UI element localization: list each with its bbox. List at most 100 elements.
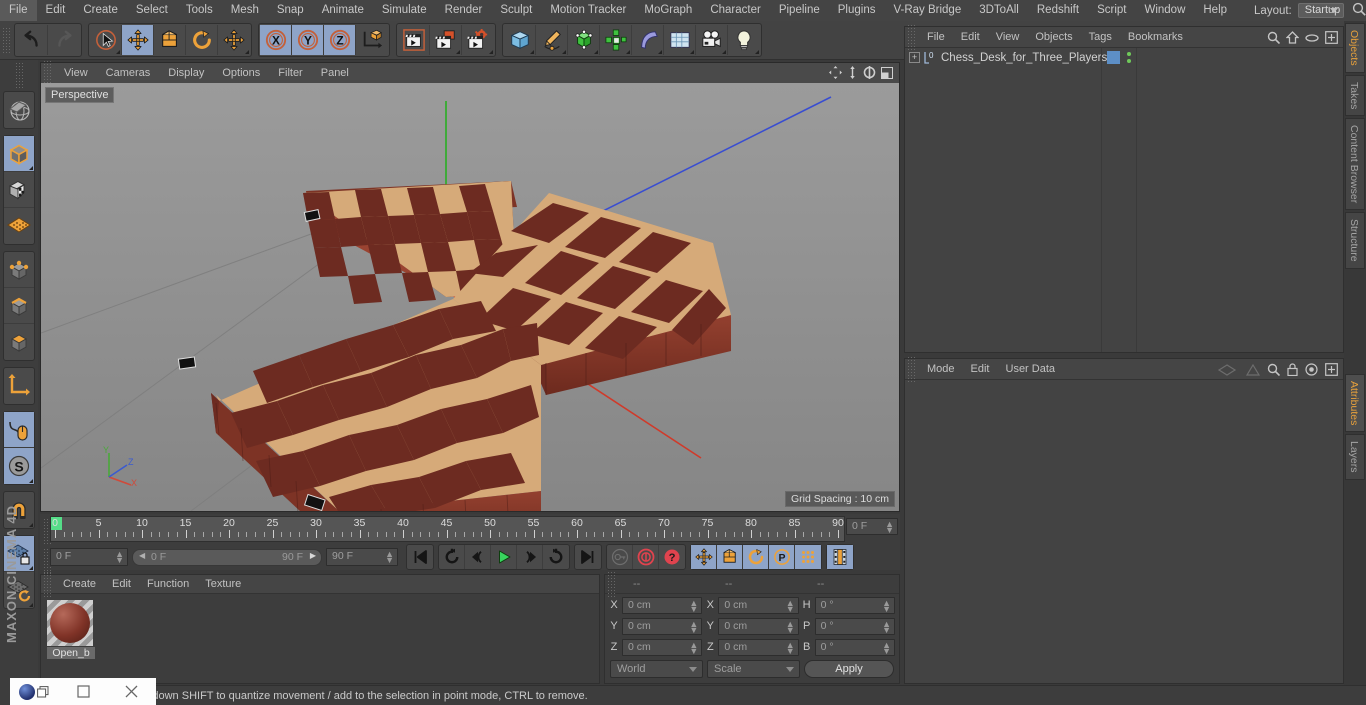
viewport-menu-filter[interactable]: Filter xyxy=(269,67,311,79)
material-list[interactable]: Open_b xyxy=(41,594,599,665)
viewport-menu-cameras[interactable]: Cameras xyxy=(97,67,160,79)
keyframe-selection-button[interactable]: ? xyxy=(659,545,685,569)
undo-button[interactable] xyxy=(16,25,48,55)
flyout-corner-icon[interactable] xyxy=(658,50,662,54)
menu-item-3dtoall[interactable]: 3DToAll xyxy=(970,0,1028,21)
maximize-icon[interactable] xyxy=(881,66,893,79)
viewport-3d-canvas[interactable]: Perspective Grid Spacing : 10 cm Y Z X xyxy=(41,83,899,511)
play-backwards-loop-button[interactable] xyxy=(439,545,465,569)
preview-range-slider[interactable]: ◀ 0 F 90 F ▶ xyxy=(132,548,322,566)
flyout-corner-icon[interactable] xyxy=(562,50,566,54)
coord-field-position-y[interactable]: 0 cm ▲ ▼ xyxy=(622,617,703,635)
apply-button[interactable]: Apply xyxy=(804,660,894,678)
add-panel-icon[interactable] xyxy=(1325,31,1338,44)
coordinate-grip[interactable] xyxy=(607,571,616,597)
attribute-menu-user-data[interactable]: User Data xyxy=(998,363,1064,375)
attribute-grip[interactable] xyxy=(907,356,916,382)
coord-field-size-z[interactable]: 0 cm ▲ ▼ xyxy=(718,638,799,656)
parameter-key-button[interactable]: P xyxy=(769,545,795,569)
stepper-icon[interactable]: ▲ ▼ xyxy=(885,520,894,535)
stepper-icon[interactable]: ▲ ▼ xyxy=(385,550,394,565)
ellipse-icon[interactable] xyxy=(1305,33,1319,43)
flyout-corner-icon[interactable] xyxy=(489,50,493,54)
render-settings-button[interactable] xyxy=(462,25,494,55)
make-editable-button[interactable] xyxy=(4,92,34,128)
menu-item-redshift[interactable]: Redshift xyxy=(1028,0,1088,21)
menu-item-snap[interactable]: Snap xyxy=(268,0,313,21)
add-camera-button[interactable] xyxy=(696,25,728,55)
enable-axis-modification-button[interactable] xyxy=(4,368,34,404)
menu-item-window[interactable]: Window xyxy=(1135,0,1194,21)
add-cube-button[interactable] xyxy=(504,25,536,55)
transform-mode-dropdown[interactable]: Scale xyxy=(707,660,800,678)
points-mode-button[interactable] xyxy=(4,252,34,288)
stepper-icon[interactable]: ▲ ▼ xyxy=(882,640,891,655)
object-menu-view[interactable]: View xyxy=(988,31,1028,43)
timeline-ruler[interactable]: 0 5 10 15 20 25 30 35 40 45 50 55 60 65 70 75 80 85 90 xyxy=(50,516,845,542)
menu-item-tools[interactable]: Tools xyxy=(177,0,222,21)
enable-snap-button[interactable]: S xyxy=(4,448,34,484)
flyout-corner-icon[interactable] xyxy=(690,50,694,54)
menu-item-file[interactable]: File xyxy=(0,0,37,21)
viewport-menu-options[interactable]: Options xyxy=(213,67,269,79)
flyout-corner-icon[interactable] xyxy=(722,50,726,54)
tab-objects[interactable]: Objects xyxy=(1345,23,1365,73)
stepper-icon[interactable]: ▲ ▼ xyxy=(882,619,891,634)
add-nurbs-button[interactable] xyxy=(568,25,600,55)
menu-item-sculpt[interactable]: Sculpt xyxy=(491,0,541,21)
previous-frame-button[interactable] xyxy=(465,545,491,569)
flyout-corner-icon[interactable] xyxy=(29,166,33,170)
menu-item-pipeline[interactable]: Pipeline xyxy=(770,0,829,21)
material-item[interactable]: Open_b xyxy=(47,600,95,659)
current-frame-field-right[interactable]: 0 F ▲ ▼ xyxy=(846,518,898,535)
object-menu-tags[interactable]: Tags xyxy=(1081,31,1120,43)
edges-mode-button[interactable] xyxy=(4,288,34,324)
viewport-solo-button[interactable] xyxy=(4,412,34,448)
model-mode-button[interactable] xyxy=(4,136,34,172)
menu-item-mesh[interactable]: Mesh xyxy=(222,0,268,21)
add-array-button[interactable] xyxy=(600,25,632,55)
scale-key-button[interactable] xyxy=(717,545,743,569)
coord-field-size-x[interactable]: 0 cm ▲ ▼ xyxy=(718,596,799,614)
select-tool[interactable] xyxy=(90,25,122,55)
workplane-mode-button[interactable] xyxy=(4,208,34,244)
add-environment-button[interactable] xyxy=(664,25,696,55)
viewport-menu-panel[interactable]: Panel xyxy=(312,67,358,79)
scale-tool[interactable] xyxy=(154,25,186,55)
position-key-button[interactable] xyxy=(691,545,717,569)
menu-item-plugins[interactable]: Plugins xyxy=(829,0,885,21)
rotate-icon[interactable] xyxy=(863,66,876,79)
menu-item-simulate[interactable]: Simulate xyxy=(373,0,436,21)
render-picture-viewer-button[interactable] xyxy=(430,25,462,55)
range-left-arrow-icon[interactable]: ◀ xyxy=(139,551,145,560)
leftbar-grip[interactable] xyxy=(14,62,24,88)
layout-dropdown[interactable]: Startup xyxy=(1297,3,1344,18)
dolly-icon[interactable] xyxy=(847,66,858,79)
coord-field-position-x[interactable]: 0 cm ▲ ▼ xyxy=(622,596,703,614)
menu-item-v-ray-bridge[interactable]: V-Ray Bridge xyxy=(884,0,970,21)
pan-icon[interactable] xyxy=(829,66,842,79)
current-frame-field[interactable]: 0 F ▲ ▼ xyxy=(50,548,128,566)
flyout-corner-icon[interactable] xyxy=(626,50,630,54)
tab-layers[interactable]: Layers xyxy=(1345,434,1365,480)
restore-window-icon[interactable] xyxy=(37,685,49,698)
material-menu-create[interactable]: Create xyxy=(55,578,104,590)
object-visibility-dots[interactable] xyxy=(1127,52,1131,63)
texture-mode-button[interactable] xyxy=(4,172,34,208)
search-icon[interactable] xyxy=(1267,31,1280,44)
maximize-window-button[interactable] xyxy=(59,678,108,705)
flyout-corner-icon[interactable] xyxy=(116,50,120,54)
material-menu-texture[interactable]: Texture xyxy=(197,578,249,590)
tab-takes[interactable]: Takes xyxy=(1345,74,1365,117)
range-right-arrow-icon[interactable]: ▶ xyxy=(310,551,316,560)
coord-field-rotation-h[interactable]: 0 ° ▲ ▼ xyxy=(814,596,895,614)
home-icon[interactable] xyxy=(1286,31,1299,44)
lock-z-axis[interactable]: Z xyxy=(324,25,356,55)
flyout-corner-icon[interactable] xyxy=(530,50,534,54)
add-deformer-button[interactable] xyxy=(632,25,664,55)
coord-field-rotation-b[interactable]: 0 ° ▲ ▼ xyxy=(814,638,895,656)
stepper-icon[interactable]: ▲ ▼ xyxy=(689,619,698,634)
end-frame-field[interactable]: 90 F ▲ ▼ xyxy=(326,548,398,566)
object-tag-swatch[interactable] xyxy=(1107,51,1120,64)
object-menu-bookmarks[interactable]: Bookmarks xyxy=(1120,31,1191,43)
